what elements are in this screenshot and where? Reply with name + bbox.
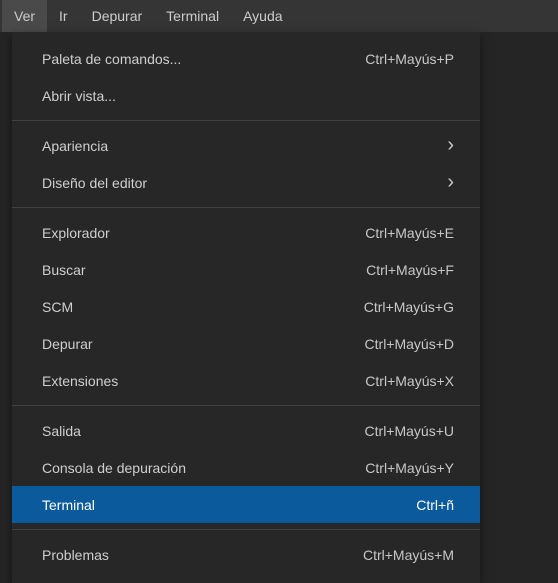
menu-item-diseño-del-editor[interactable]: Diseño del editor ›: [12, 164, 480, 201]
menu-item-label: Salida: [42, 423, 81, 439]
chevron-right-icon: ›: [447, 171, 454, 194]
menu-item-extensiones[interactable]: Extensiones Ctrl+Mayús+X: [12, 362, 480, 399]
menu-item-label: Diseño del editor: [42, 175, 147, 191]
menu-item-shortcut: Ctrl+Mayús+G: [364, 299, 454, 315]
menu-separator: [12, 207, 480, 208]
menu-item-explorador[interactable]: Explorador Ctrl+Mayús+E: [12, 214, 480, 251]
menu-item-depurar[interactable]: Depurar Ctrl+Mayús+D: [12, 325, 480, 362]
menu-item-shortcut: Ctrl+Mayús+M: [363, 547, 454, 563]
menubar-item-ir[interactable]: Ir: [47, 0, 80, 32]
menubar-item-label: Ver: [14, 8, 35, 24]
menu-item-consola-de-depuración[interactable]: Consola de depuración Ctrl+Mayús+Y: [12, 449, 480, 486]
menu-item-label: Consola de depuración: [42, 460, 186, 476]
menu-item-shortcut: Ctrl+Mayús+P: [365, 51, 454, 67]
menu-item-label: Buscar: [42, 262, 86, 278]
menu-item-label: Problemas: [42, 547, 109, 563]
menu-separator: [12, 529, 480, 530]
menu-item-terminal[interactable]: Terminal Ctrl+ñ: [12, 486, 480, 523]
menu-item-shortcut: Ctrl+ñ: [416, 497, 454, 513]
menu-item-buscar[interactable]: Buscar Ctrl+Mayús+F: [12, 251, 480, 288]
menu-item-scm[interactable]: SCM Ctrl+Mayús+G: [12, 288, 480, 325]
menu-item-label: Apariencia: [42, 138, 108, 154]
menubar-item-label: Ayuda: [243, 8, 282, 24]
menubar-item-depurar[interactable]: Depurar: [80, 0, 155, 32]
menu-item-shortcut: Ctrl+Mayús+F: [366, 262, 454, 278]
menu-item-label: Paleta de comandos...: [42, 51, 181, 67]
menu-item-shortcut: Ctrl+Mayús+D: [365, 336, 454, 352]
menu-item-label: Extensiones: [42, 373, 118, 389]
menu-item-label: SCM: [42, 299, 73, 315]
menubar-item-ayuda[interactable]: Ayuda: [231, 0, 294, 32]
menubar-item-terminal[interactable]: Terminal: [154, 0, 231, 32]
menu-item-abrir-vista[interactable]: Abrir vista...: [12, 77, 480, 114]
menu-item-paleta-de-comandos[interactable]: Paleta de comandos... Ctrl+Mayús+P: [12, 40, 480, 77]
menubar-item-label: Depurar: [92, 8, 143, 24]
menu-item-shortcut: Ctrl+Mayús+Y: [365, 460, 454, 476]
menubar-item-label: Ir: [59, 8, 68, 24]
menu-item-label: Terminal: [42, 497, 95, 513]
menu-item-shortcut: Ctrl+Mayús+X: [365, 373, 454, 389]
menubar-item-ver[interactable]: Ver: [2, 0, 47, 32]
menu-item-label: Explorador: [42, 225, 110, 241]
menu-separator: [12, 120, 480, 121]
menubar-item-label: Terminal: [166, 8, 219, 24]
menu-item-shortcut: Ctrl+Mayús+E: [365, 225, 454, 241]
menu-item-apariencia[interactable]: Apariencia ›: [12, 127, 480, 164]
chevron-right-icon: ›: [447, 134, 454, 157]
menu-item-problemas[interactable]: Problemas Ctrl+Mayús+M: [12, 536, 480, 573]
menubar: Ver Ir Depurar Terminal Ayuda: [0, 0, 558, 32]
view-dropdown-menu: Paleta de comandos... Ctrl+Mayús+P Abrir v…: [12, 32, 480, 583]
menu-separator: [12, 405, 480, 406]
menu-item-salida[interactable]: Salida Ctrl+Mayús+U: [12, 412, 480, 449]
menu-item-shortcut: Ctrl+Mayús+U: [365, 423, 454, 439]
menu-item-label: Abrir vista...: [42, 88, 116, 104]
menu-item-label: Depurar: [42, 336, 93, 352]
